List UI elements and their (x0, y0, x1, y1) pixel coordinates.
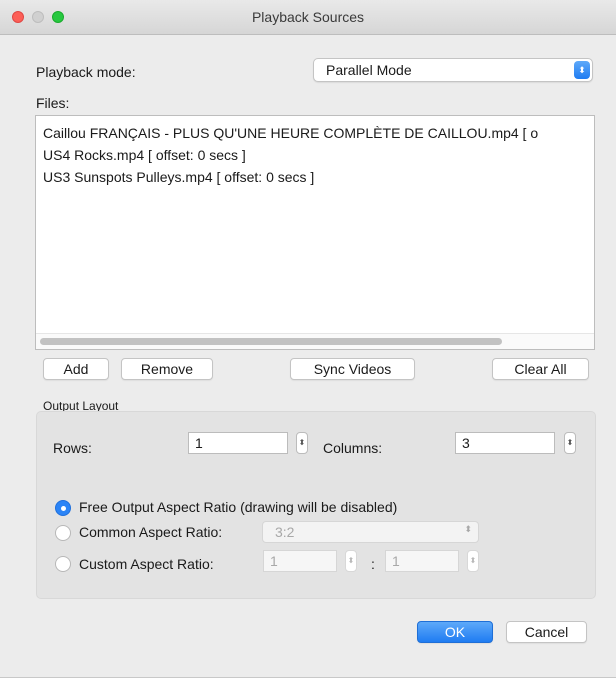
updown-chevron-icon: ⬍ (574, 61, 590, 79)
ratio-separator: : (371, 556, 375, 572)
stepper-arrows-icon: ⬍ (298, 438, 306, 447)
columns-field[interactable]: 3 (455, 432, 555, 454)
ok-button[interactable]: OK (417, 621, 493, 643)
playback-mode-label: Playback mode: (36, 64, 136, 80)
list-item[interactable]: US4 Rocks.mp4 [ offset: 0 secs ] (43, 147, 246, 163)
common-aspect-ratio-value: 3:2 (275, 524, 295, 540)
common-aspect-ratio-label[interactable]: Common Aspect Ratio: (79, 524, 222, 540)
rows-label: Rows: (53, 440, 92, 456)
updown-chevron-icon: ⬍ (464, 524, 472, 534)
custom-ratio-height-field[interactable]: 1 (385, 550, 459, 572)
dialog-window: Playback Sources Playback mode: Parallel… (0, 0, 616, 678)
cancel-button[interactable]: Cancel (506, 621, 587, 643)
custom-ratio-height-stepper[interactable]: ⬍ (467, 550, 479, 572)
custom-ratio-width-field[interactable]: 1 (263, 550, 337, 572)
clear-all-button[interactable]: Clear All (492, 358, 589, 380)
add-button[interactable]: Add (43, 358, 109, 380)
custom-aspect-ratio-label[interactable]: Custom Aspect Ratio: (79, 556, 214, 572)
rows-field[interactable]: 1 (188, 432, 288, 454)
list-item[interactable]: US3 Sunspots Pulleys.mp4 [ offset: 0 sec… (43, 169, 314, 185)
rows-stepper[interactable]: ⬍ (296, 432, 308, 454)
custom-ratio-width-stepper[interactable]: ⬍ (345, 550, 357, 572)
files-label: Files: (36, 95, 70, 111)
free-aspect-ratio-label[interactable]: Free Output Aspect Ratio (drawing will b… (79, 499, 397, 515)
playback-mode-select[interactable]: Parallel Mode ⬍ (313, 58, 593, 82)
common-aspect-ratio-select[interactable]: 3:2 ⬍ (262, 521, 479, 543)
horizontal-scrollbar[interactable] (36, 333, 594, 349)
scrollbar-thumb[interactable] (40, 338, 502, 345)
title-bar: Playback Sources (0, 0, 616, 35)
list-item[interactable]: Caillou FRANÇAIS - PLUS QU'UNE HEURE COM… (43, 125, 538, 141)
stepper-arrows-icon: ⬍ (566, 438, 574, 447)
common-aspect-ratio-radio[interactable] (55, 525, 71, 541)
remove-button[interactable]: Remove (121, 358, 213, 380)
stepper-arrows-icon: ⬍ (347, 556, 355, 565)
playback-mode-value: Parallel Mode (326, 62, 412, 78)
stepper-arrows-icon: ⬍ (469, 556, 477, 565)
columns-label: Columns: (323, 440, 383, 456)
free-aspect-ratio-radio[interactable] (55, 500, 71, 516)
columns-stepper[interactable]: ⬍ (564, 432, 576, 454)
sync-videos-button[interactable]: Sync Videos (290, 358, 415, 380)
custom-aspect-ratio-radio[interactable] (55, 556, 71, 572)
files-list[interactable]: Caillou FRANÇAIS - PLUS QU'UNE HEURE COM… (35, 115, 595, 350)
window-title: Playback Sources (251, 9, 365, 25)
